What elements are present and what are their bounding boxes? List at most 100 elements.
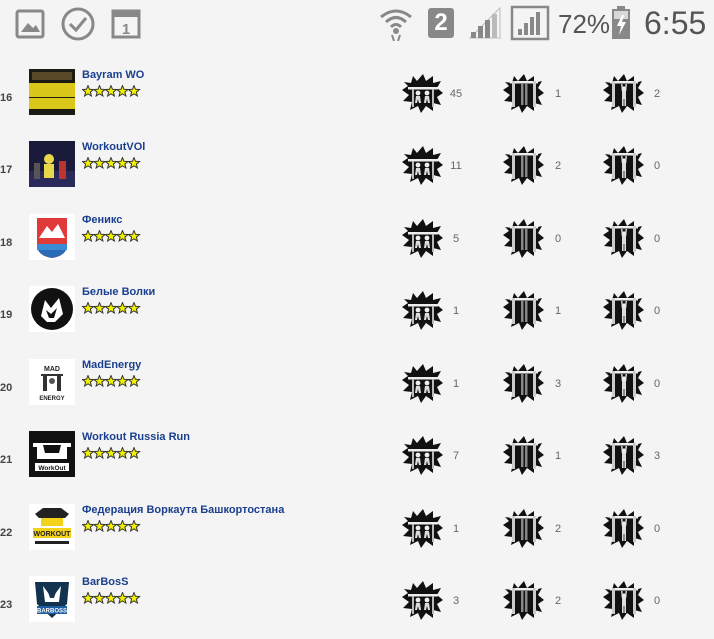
star-icon xyxy=(81,156,95,170)
star-icon xyxy=(92,446,107,460)
star-rating xyxy=(81,229,142,243)
team-row[interactable]: 23 BARBOSS BarBosS 3 2 0 xyxy=(0,563,714,635)
barboss-logo[interactable]: BARBOSS xyxy=(29,576,75,622)
hanging-figure-icon xyxy=(603,144,645,186)
team-ranking-list: 16 Bayram WO 45 1 2 17 WorkoutVOl 11 2 0 18 Феникс 5… xyxy=(0,46,714,639)
star-icon xyxy=(127,374,141,388)
pullup-frame-icon xyxy=(503,217,545,259)
team-rank: 18 xyxy=(0,237,13,249)
pullup-frame-icon xyxy=(503,434,545,476)
team-name-link[interactable]: Федерация Воркаута Башкортостана xyxy=(82,504,284,516)
team-rank: 16 xyxy=(0,92,13,104)
star-rating xyxy=(81,519,142,533)
team-rank: 17 xyxy=(0,164,13,176)
team-stat-3: 0 xyxy=(653,305,661,317)
bar-athletes-icon xyxy=(402,434,444,476)
pullup-frame-icon xyxy=(503,362,545,404)
star-icon xyxy=(81,591,95,605)
hanging-figure-icon xyxy=(603,289,645,331)
bayram-logo[interactable] xyxy=(29,69,75,115)
star-icon xyxy=(115,446,130,460)
star-icon xyxy=(115,301,130,315)
team-stat-1: 1 xyxy=(452,378,460,390)
star-icon xyxy=(115,591,130,605)
star-rating xyxy=(81,301,142,315)
star-icon xyxy=(104,301,118,315)
feniks-logo[interactable] xyxy=(29,214,75,260)
star-icon xyxy=(127,229,141,243)
bar-athletes-icon xyxy=(402,289,444,331)
team-stat-2: 1 xyxy=(554,88,562,100)
team-row[interactable]: 18 Феникс 5 0 0 xyxy=(0,201,714,273)
star-icon xyxy=(127,591,141,605)
bashkortostan-logo[interactable]: WORKOUT xyxy=(29,504,75,550)
star-rating xyxy=(81,446,142,460)
star-icon xyxy=(115,84,130,98)
workoutvol-logo[interactable] xyxy=(29,141,75,187)
star-icon xyxy=(115,374,130,388)
star-icon xyxy=(81,84,95,98)
pullup-frame-icon xyxy=(503,72,545,114)
team-stat-3: 0 xyxy=(653,378,661,390)
star-rating xyxy=(81,374,142,388)
hanging-figure-icon xyxy=(603,217,645,259)
team-row[interactable]: 21 WorkOut Workout Russia Run 7 1 3 xyxy=(0,418,714,490)
gallery-icon xyxy=(15,9,45,39)
workout-russia-logo[interactable]: WorkOut xyxy=(29,431,75,477)
star-icon xyxy=(127,446,141,460)
star-icon xyxy=(104,84,118,98)
clock: 6:55 xyxy=(644,5,707,41)
team-rank: 19 xyxy=(0,309,13,321)
wolves-logo[interactable] xyxy=(29,286,75,332)
star-icon xyxy=(81,374,95,388)
team-stat-1: 7 xyxy=(452,450,460,462)
team-name-link[interactable]: Белые Волки xyxy=(82,286,155,298)
team-stat-2: 1 xyxy=(554,305,562,317)
team-stat-1: 1 xyxy=(452,305,460,317)
star-icon xyxy=(92,374,107,388)
team-row[interactable]: 17 WorkoutVOl 11 2 0 xyxy=(0,128,714,200)
star-icon xyxy=(127,519,141,533)
team-row[interactable]: 16 Bayram WO 45 1 2 xyxy=(0,56,714,128)
star-rating xyxy=(81,84,142,98)
bar-athletes-icon xyxy=(402,362,444,404)
star-icon xyxy=(115,156,130,170)
sim-icon: 2 xyxy=(428,8,454,38)
star-icon xyxy=(104,229,118,243)
star-icon xyxy=(92,301,107,315)
team-row[interactable]: 20 MAD ENERGY MadEnergy 1 3 0 xyxy=(0,346,714,418)
star-rating xyxy=(81,591,142,605)
team-name-link[interactable]: Workout Russia Run xyxy=(82,431,190,443)
team-stat-2: 2 xyxy=(554,160,562,172)
star-icon xyxy=(92,156,107,170)
madenergy-logo[interactable]: MAD ENERGY xyxy=(29,359,75,405)
svg-text:WorkOut: WorkOut xyxy=(38,465,66,472)
pullup-frame-icon xyxy=(503,579,545,621)
team-stat-2: 1 xyxy=(554,450,562,462)
team-row[interactable]: 19 Белые Волки 1 1 0 xyxy=(0,273,714,345)
svg-text:1: 1 xyxy=(122,21,130,38)
bar-athletes-icon xyxy=(402,217,444,259)
team-rank: 21 xyxy=(0,454,13,466)
team-row[interactable]: 22 WORKOUT Федерация Воркаута Башкортостан… xyxy=(0,491,714,563)
star-icon xyxy=(81,301,95,315)
team-name-link[interactable]: MadEnergy xyxy=(82,359,141,371)
team-stat-3: 0 xyxy=(653,233,661,245)
hanging-figure-icon xyxy=(603,507,645,549)
team-name-link[interactable]: Bayram WO xyxy=(82,69,144,81)
svg-text:MAD: MAD xyxy=(44,366,60,373)
team-name-link[interactable]: BarBosS xyxy=(82,576,128,588)
star-icon xyxy=(127,84,141,98)
team-stat-2: 0 xyxy=(554,233,562,245)
star-icon xyxy=(104,374,118,388)
hanging-figure-icon xyxy=(603,434,645,476)
team-stat-3: 0 xyxy=(653,595,661,607)
team-name-link[interactable]: Феникс xyxy=(82,214,122,226)
team-stat-3: 0 xyxy=(653,523,661,535)
pullup-frame-icon xyxy=(503,144,545,186)
team-stat-2: 3 xyxy=(554,378,562,390)
team-name-link[interactable]: WorkoutVOl xyxy=(82,141,145,153)
team-stat-3: 0 xyxy=(653,160,661,172)
team-rank: 20 xyxy=(0,382,13,394)
star-icon xyxy=(104,446,118,460)
